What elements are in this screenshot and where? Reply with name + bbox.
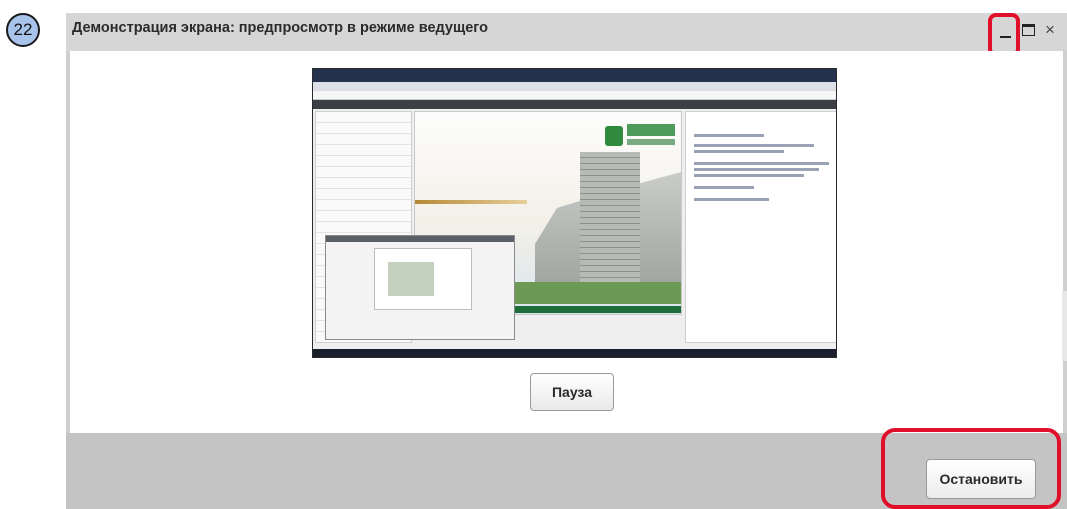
- step-number-badge: 22: [6, 13, 40, 47]
- chat-line: [694, 198, 769, 201]
- preview-address-bar: [313, 91, 836, 100]
- chat-line: [694, 162, 829, 165]
- nested-window-image: [388, 262, 434, 296]
- preview-nested-window: [325, 235, 515, 340]
- chat-line: [694, 144, 814, 147]
- university-logo-icon: [605, 126, 623, 146]
- slide-accent-bar: [415, 200, 527, 204]
- preview-chat-panel: [685, 111, 836, 343]
- preview-taskbar: [313, 349, 836, 357]
- slide-building-tower: [580, 152, 640, 292]
- chat-line: [694, 134, 764, 137]
- dialog-title: Демонстрация экрана: предпросмотр в режи…: [72, 20, 488, 36]
- university-logo-wordmark: [627, 124, 675, 136]
- dialog-titlebar: Демонстрация экрана: предпросмотр в режи…: [66, 13, 1067, 57]
- university-logo-subtitle: [627, 139, 675, 145]
- screen-share-dialog: Демонстрация экрана: предпросмотр в режи…: [66, 13, 1067, 509]
- content-scrollbar[interactable]: [1062, 291, 1067, 361]
- chat-line: [694, 174, 804, 177]
- preview-app-toolbar: [313, 100, 836, 109]
- pause-button[interactable]: Пауза: [530, 373, 614, 411]
- preview-browser-titlebar: [313, 69, 836, 82]
- close-icon: ×: [1045, 20, 1055, 39]
- chat-line: [694, 186, 754, 189]
- nested-window-titlebar: [326, 236, 514, 242]
- stop-highlight-marker: [881, 428, 1061, 509]
- maximize-icon: [1021, 24, 1035, 36]
- chat-line: [694, 150, 784, 153]
- maximize-button[interactable]: [1019, 17, 1037, 43]
- preview-browser-tabs: [313, 82, 836, 91]
- chat-line: [694, 168, 819, 171]
- slide-lawn: [505, 282, 681, 304]
- dialog-content: Пауза: [70, 51, 1067, 433]
- close-button[interactable]: ×: [1042, 17, 1058, 43]
- screen-preview-thumbnail: [312, 68, 837, 358]
